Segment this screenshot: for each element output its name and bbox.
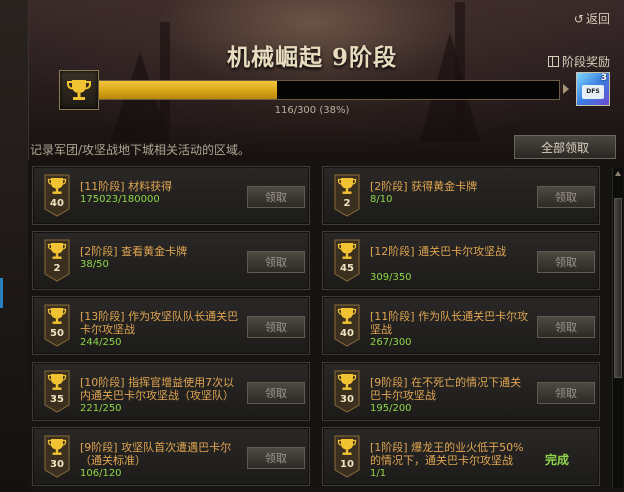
list-item: 45 [12阶段] 通关巴卡尔攻坚战 309/350 领取 (322, 231, 600, 290)
claim-button[interactable]: 领取 (247, 251, 305, 273)
task-progress: 175023/180000 (80, 194, 160, 205)
level-badge: 30 (334, 369, 360, 413)
return-arrow-icon: ↺ (573, 12, 584, 26)
task-name: [11阶段] 作为队长通关巴卡尔攻坚战 (370, 310, 529, 336)
trophy-badge-icon (334, 370, 360, 413)
list-scrollbar[interactable] (612, 168, 623, 488)
left-side-panel (0, 0, 29, 492)
trophy-badge-icon (334, 174, 360, 217)
level-number: 2 (343, 198, 351, 209)
description-text: 记录军团/攻坚战地下城相关活动的区域。 (30, 143, 251, 157)
list-item: 30 [9阶段] 在不死亡的情况下通关巴卡尔攻坚战 195/200 领取 (322, 362, 600, 421)
trophy-badge-icon (44, 435, 70, 478)
list-item: 2 [2阶段] 查看黄金卡牌 38/50 领取 (32, 231, 310, 290)
level-number: 2 (53, 263, 61, 274)
reward-card-icon[interactable]: 3 DFS (576, 72, 610, 106)
task-name: [9阶段] 攻坚队首次遭遇巴卡尔（通关标准） (80, 441, 232, 467)
level-number: 35 (50, 394, 64, 405)
claim-button[interactable]: 领取 (247, 382, 305, 404)
task-progress: 195/200 (370, 403, 412, 414)
stage-progress-bar (98, 80, 560, 100)
scrollbar-thumb[interactable] (614, 198, 622, 378)
list-item: 10 [1阶段] 爆龙王的业火低于50%的情况下，通关巴卡尔攻坚战 1/1 完成 (322, 427, 600, 486)
task-name: [12阶段] 通关巴卡尔攻坚战 (370, 245, 507, 258)
list-item: 2 [2阶段] 获得黄金卡牌 8/10 领取 (322, 166, 600, 225)
level-badge: 2 (334, 173, 360, 217)
trophy-icon-box (59, 70, 99, 110)
claim-button[interactable]: 领取 (537, 186, 595, 208)
reward-card-count: 3 (600, 73, 607, 83)
trophy-badge-icon (334, 435, 360, 478)
trophy-icon (67, 80, 91, 100)
level-number: 40 (50, 198, 64, 209)
gift-icon (547, 56, 559, 67)
level-number: 45 (340, 263, 354, 274)
claim-button[interactable]: 领取 (537, 251, 595, 273)
stage-reward-text: 阶段奖励 (561, 55, 610, 69)
level-badge: 40 (44, 173, 70, 217)
level-number: 30 (50, 459, 64, 470)
level-badge: 50 (44, 303, 70, 347)
trophy-badge-icon (334, 304, 360, 347)
task-progress: 106/120 (80, 468, 122, 479)
progress-text: 116/300 (38%) (274, 105, 350, 116)
task-name: [10阶段] 指挥官增益使用7次以内通关巴卡尔攻坚战（攻坚队） (80, 376, 235, 402)
level-number: 40 (340, 328, 354, 339)
progress-fill (99, 81, 277, 99)
task-name: [9阶段] 在不死亡的情况下通关巴卡尔攻坚战 (370, 376, 522, 402)
level-number: 50 (50, 328, 64, 339)
task-name: [11阶段] 材料获得 (80, 180, 173, 193)
task-name: [13阶段] 作为攻坚队队长通关巴卡尔攻坚战 (80, 310, 239, 336)
level-badge: 45 (334, 238, 360, 282)
reward-card-label: DFS (582, 85, 604, 99)
task-progress: 221/250 (80, 403, 122, 414)
trophy-badge-icon (44, 239, 70, 282)
task-progress: 1/1 (370, 468, 387, 479)
claim-all-button[interactable]: 全部领取 (514, 135, 616, 159)
task-name: [1阶段] 爆龙王的业火低于50%的情况下，通关巴卡尔攻坚战 (370, 441, 524, 467)
task-progress: 38/50 (80, 259, 109, 270)
list-item: 30 [9阶段] 攻坚队首次遭遇巴卡尔（通关标准） 106/120 领取 (32, 427, 310, 486)
level-badge: 35 (44, 369, 70, 413)
achievement-list: 40 [11阶段] 材料获得 175023/180000 领取 2 [2阶段] 获得黄金卡… (28, 160, 624, 492)
claim-button[interactable]: 领取 (537, 316, 595, 338)
task-name: [2阶段] 查看黄金卡牌 (80, 245, 188, 258)
scroll-up-icon[interactable] (615, 171, 621, 176)
trophy-badge-icon (44, 370, 70, 413)
claim-button[interactable]: 领取 (247, 447, 305, 469)
level-badge: 10 (334, 434, 360, 478)
level-number: 30 (340, 394, 354, 405)
list-item: 40 [11阶段] 材料获得 175023/180000 领取 (32, 166, 310, 225)
side-indicator (0, 278, 3, 308)
level-number: 10 (340, 459, 354, 470)
level-badge: 2 (44, 238, 70, 282)
progress-arrow-icon (563, 84, 569, 94)
task-progress: 244/250 (80, 337, 122, 348)
complete-label: 完成 (545, 453, 570, 467)
task-progress: 8/10 (370, 194, 393, 205)
page-title: 机械崛起 9阶段 (226, 44, 397, 71)
list-item: 50 [13阶段] 作为攻坚队队长通关巴卡尔攻坚战 244/250 领取 (32, 296, 310, 355)
list-item: 35 [10阶段] 指挥官增益使用7次以内通关巴卡尔攻坚战（攻坚队） 221/250… (32, 362, 310, 421)
claim-button[interactable]: 领取 (247, 316, 305, 338)
task-progress: 267/300 (370, 337, 412, 348)
castle-spire (455, 2, 465, 142)
list-item: 40 [11阶段] 作为队长通关巴卡尔攻坚战 267/300 领取 (322, 296, 600, 355)
back-label: 返回 (585, 12, 610, 26)
stage-reward-label[interactable]: 阶段奖励 (547, 53, 610, 70)
claim-button[interactable]: 领取 (537, 382, 595, 404)
trophy-badge-icon (44, 174, 70, 217)
trophy-badge-icon (44, 304, 70, 347)
task-name: [2阶段] 获得黄金卡牌 (370, 180, 478, 193)
level-badge: 40 (334, 303, 360, 347)
claim-button[interactable]: 领取 (247, 186, 305, 208)
trophy-badge-icon (334, 239, 360, 282)
task-progress: 309/350 (370, 272, 412, 283)
back-button[interactable]: ↺ 返回 (574, 10, 610, 27)
level-badge: 30 (44, 434, 70, 478)
